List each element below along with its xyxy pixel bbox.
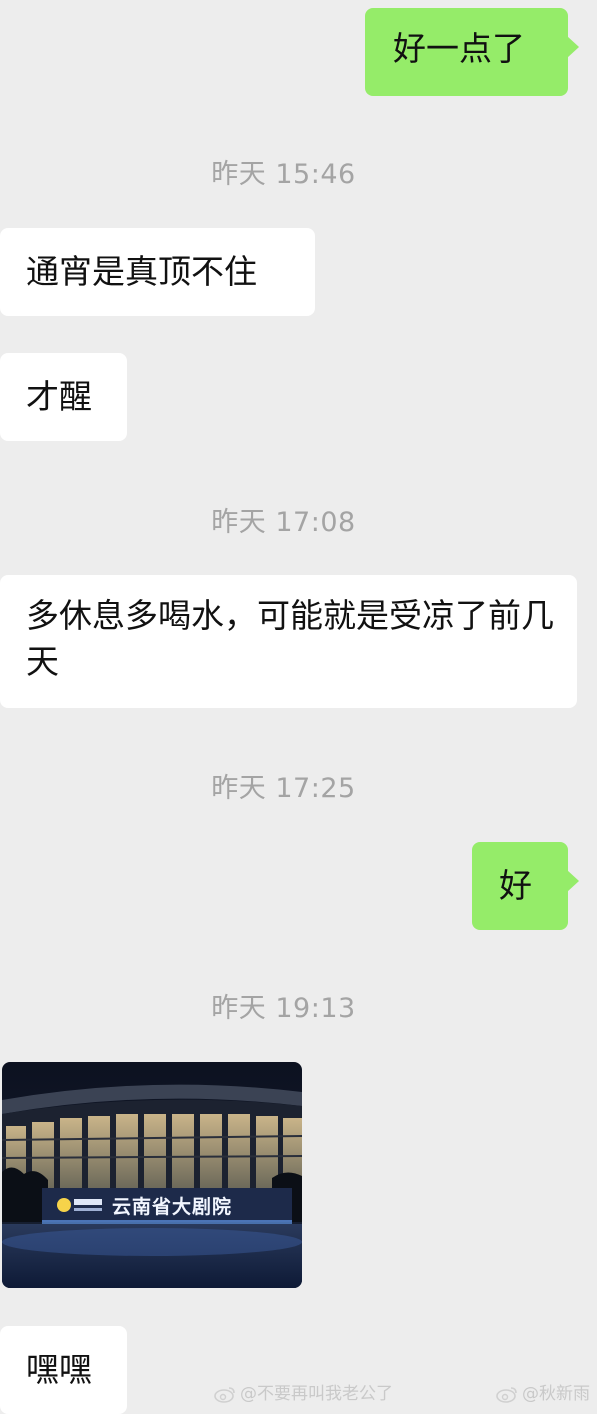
incoming-message-bubble[interactable]: 才醒: [0, 353, 127, 441]
message-text: 好一点了: [393, 29, 525, 68]
incoming-message-bubble[interactable]: 多休息多喝水，可能就是受凉了前几天: [0, 575, 577, 708]
incoming-message-bubble[interactable]: 通宵是真顶不住: [0, 228, 315, 316]
message-text: 多休息多喝水，可能就是受凉了前几天: [26, 596, 554, 681]
timestamp: 昨天 17:08: [211, 507, 356, 538]
weibo-logo-icon: [214, 1387, 235, 1403]
weibo-logo-icon: [496, 1387, 517, 1403]
message-text: 通宵是真顶不住: [26, 252, 257, 291]
watermark-text: @不要再叫我老公了: [240, 1384, 393, 1404]
bubble-tail: [567, 36, 579, 58]
theatre-sign-text: 云南省大剧院: [112, 1196, 233, 1218]
bubble-tail: [567, 870, 579, 892]
outgoing-message-bubble[interactable]: 好一点了: [365, 8, 579, 96]
incoming-message-bubble[interactable]: 嘿嘿: [0, 1326, 127, 1414]
outgoing-message-bubble[interactable]: 好: [472, 842, 579, 930]
message-text: 才醒: [26, 377, 92, 416]
watermark-text: @秋新雨: [522, 1384, 590, 1404]
theatre-photo: [2, 1062, 302, 1288]
message-text: 好: [499, 866, 532, 905]
watermark-right: @秋新雨: [496, 1379, 590, 1404]
timestamp: 昨天 19:13: [211, 993, 356, 1024]
image-message[interactable]: 云南省大剧院: [2, 1062, 302, 1288]
watermark-left: @不要再叫我老公了: [214, 1379, 393, 1404]
timestamp: 昨天 17:25: [211, 773, 356, 804]
message-text: 嘿嘿: [26, 1350, 92, 1389]
timestamp: 昨天 15:46: [211, 159, 356, 190]
